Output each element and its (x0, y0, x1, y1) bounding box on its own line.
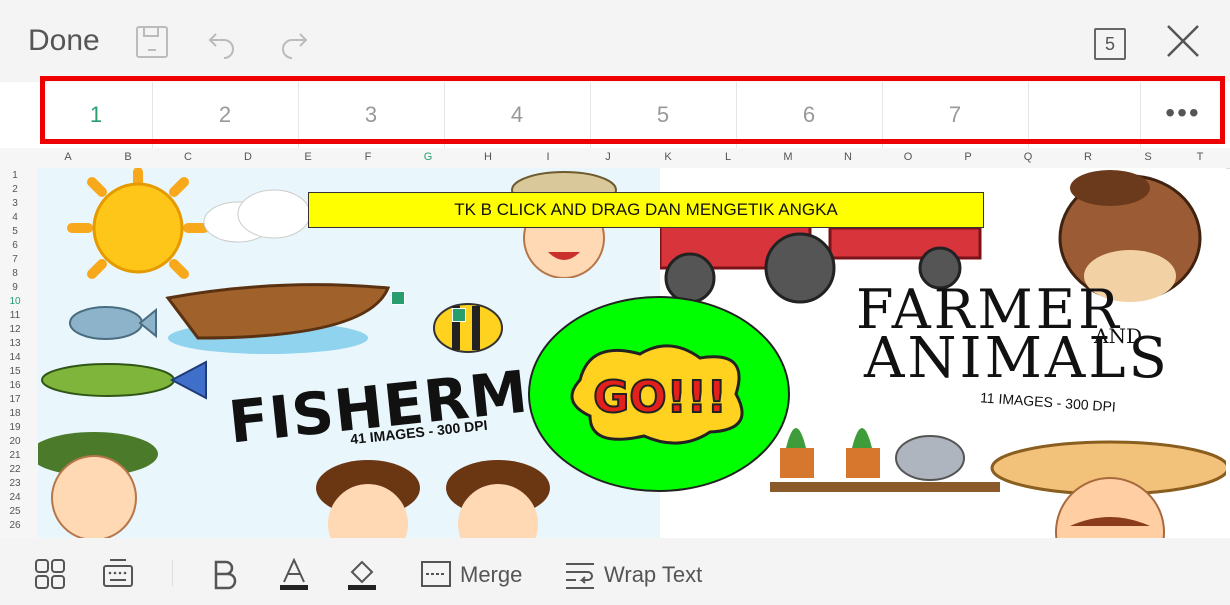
column-header[interactable]: H (458, 151, 518, 163)
number-tab-3[interactable]: 3 (298, 82, 445, 148)
wrap-text-icon[interactable] (564, 558, 596, 590)
merge-icon[interactable] (420, 558, 452, 590)
bottom-toolbar: Merge Wrap Text (0, 538, 1230, 605)
column-header[interactable]: C (158, 151, 218, 163)
column-header[interactable]: P (938, 151, 998, 163)
row-header[interactable]: 17 (0, 394, 30, 405)
font-color-icon[interactable] (278, 558, 310, 590)
number-tab-5[interactable]: 5 (590, 82, 737, 148)
row-header[interactable]: 26 (0, 520, 30, 531)
done-button[interactable]: Done (28, 24, 100, 58)
row-header[interactable]: 8 (0, 268, 30, 279)
row-header[interactable]: 13 (0, 338, 30, 349)
boy-face-illustration (316, 460, 420, 538)
go-text: GO!!! (593, 372, 727, 423)
selection-handle[interactable] (452, 308, 466, 322)
row-header[interactable]: 23 (0, 478, 30, 489)
row-header[interactable]: 19 (0, 422, 30, 433)
row-header[interactable]: 6 (0, 240, 30, 251)
fish-illustration (69, 306, 157, 340)
number-tab-8[interactable] (1028, 82, 1141, 148)
row-header[interactable]: 14 (0, 352, 30, 363)
column-header[interactable]: K (638, 151, 698, 163)
top-toolbar: Done 5 (0, 0, 1230, 82)
number-tab-1[interactable]: 1 (40, 82, 153, 148)
more-options-button[interactable]: ••• (1140, 82, 1226, 148)
selection-handle[interactable] (391, 291, 405, 305)
sheet-count-button[interactable]: 5 (1094, 28, 1126, 60)
row-header[interactable]: 7 (0, 254, 30, 265)
number-tab-4[interactable]: 4 (444, 82, 591, 148)
grid-apps-icon[interactable] (34, 558, 66, 590)
column-header[interactable]: I (518, 151, 578, 163)
go-button[interactable]: GO!!! (528, 296, 790, 492)
column-header[interactable]: D (218, 151, 278, 163)
column-header[interactable]: E (278, 151, 338, 163)
row-header[interactable]: 22 (0, 464, 30, 475)
row-header[interactable]: 16 (0, 380, 30, 391)
column-header-bar: A B C D E F G H I J K L M N O P Q R S T (0, 148, 1230, 169)
farmer-subtitle: 11 IMAGES - 300 DPI (979, 389, 1117, 415)
row-header[interactable]: 15 (0, 366, 30, 377)
row-header-bar: 1 2 3 4 5 6 7 8 9 10 11 12 13 14 15 16 1… (0, 168, 39, 538)
row-header[interactable]: 20 (0, 436, 30, 447)
row-header[interactable]: 1 (0, 170, 30, 181)
number-tab-6[interactable]: 6 (736, 82, 883, 148)
column-header[interactable]: F (338, 151, 398, 163)
column-header[interactable]: R (1058, 151, 1118, 163)
row-header-selected[interactable]: 10 (0, 296, 30, 307)
number-tab-7[interactable]: 7 (882, 82, 1029, 148)
row-header[interactable]: 4 (0, 212, 30, 223)
close-icon[interactable] (1164, 22, 1202, 60)
farmer-illustration (990, 440, 1226, 538)
fill-color-icon[interactable] (346, 558, 378, 590)
column-header[interactable]: N (818, 151, 878, 163)
column-header[interactable]: T (1170, 151, 1230, 163)
column-header[interactable]: M (758, 151, 818, 163)
child-with-hat-illustration (38, 432, 158, 538)
column-header[interactable]: S (1118, 151, 1178, 163)
bold-icon[interactable] (208, 558, 240, 590)
go-burst-icon: GO!!! (570, 344, 744, 445)
row-header[interactable]: 2 (0, 184, 30, 195)
boy-face-illustration (446, 460, 550, 538)
row-header[interactable]: 12 (0, 324, 30, 335)
instruction-banner[interactable]: TK B CLICK AND DRAG DAN MENGETIK ANGKA (308, 192, 984, 228)
keyboard-icon[interactable] (102, 558, 134, 590)
sheet-canvas[interactable]: FISHERMAN 41 IMAGES - 300 DPI FARMER AND… (38, 168, 1226, 538)
save-icon[interactable] (134, 24, 170, 60)
column-header[interactable]: Q (998, 151, 1058, 163)
row-header[interactable]: 24 (0, 492, 30, 503)
pike-fish-illustration (41, 360, 207, 400)
column-header[interactable]: J (578, 151, 638, 163)
column-header[interactable]: L (698, 151, 758, 163)
row-header[interactable]: 11 (0, 310, 30, 321)
number-tab-2[interactable]: 2 (152, 82, 299, 148)
column-header[interactable]: O (878, 151, 938, 163)
wrap-text-button[interactable]: Wrap Text (604, 562, 702, 588)
undo-icon[interactable] (204, 24, 240, 60)
striped-fish-illustration (433, 303, 503, 353)
redo-icon[interactable] (276, 24, 312, 60)
number-tab-row: 1 2 3 4 5 6 7 ••• (0, 82, 1230, 148)
row-header[interactable]: 3 (0, 198, 30, 209)
row-header[interactable]: 21 (0, 450, 30, 461)
row-header[interactable]: 25 (0, 506, 30, 517)
toolbar-divider (172, 560, 173, 586)
row-header[interactable]: 5 (0, 226, 30, 237)
row-header[interactable]: 18 (0, 408, 30, 419)
cloud-illustration (203, 189, 311, 243)
merge-button[interactable]: Merge (460, 562, 522, 588)
boat-illustration (165, 283, 391, 354)
column-header[interactable]: B (98, 151, 158, 163)
animals-title: ANIMALS (864, 326, 1170, 391)
column-header[interactable]: A (38, 151, 98, 163)
column-header-selected[interactable]: G (398, 151, 458, 163)
row-header[interactable]: 9 (0, 282, 30, 293)
